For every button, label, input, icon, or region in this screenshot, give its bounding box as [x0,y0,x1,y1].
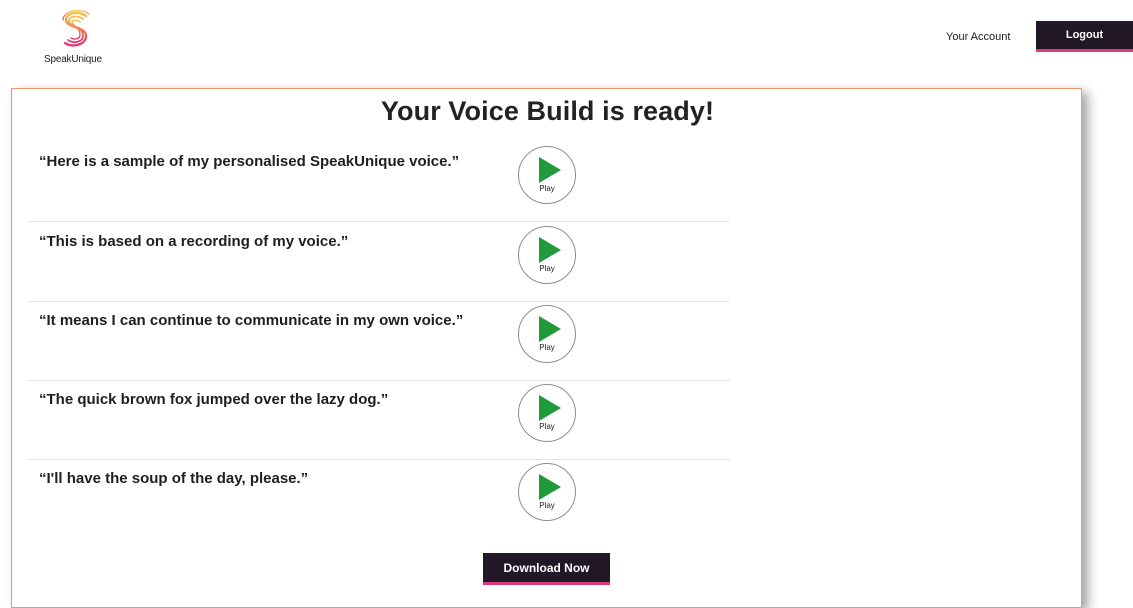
play-label: Play [539,422,555,431]
sample-phrase: “Here is a sample of my personalised Spe… [39,153,460,170]
play-icon [539,395,561,421]
play-label: Play [539,501,555,510]
sample-row: “The quick brown fox jumped over the laz… [29,381,730,460]
play-button[interactable]: Play [518,305,576,363]
speakunique-s-logo-icon [62,10,90,47]
play-icon [539,316,561,342]
play-button[interactable]: Play [518,384,576,442]
sample-row: “I'll have the soup of the day, please.”… [29,460,730,539]
sample-row: “Here is a sample of my personalised Spe… [29,143,730,222]
play-label: Play [539,343,555,352]
play-button[interactable]: Play [518,226,576,284]
logout-button-label: Logout [1065,29,1104,41]
download-button-label: Download Now [503,560,590,575]
logo-wordmark: SpeakUnique [44,54,102,65]
speakunique-logo[interactable]: SpeakUnique [41,10,111,68]
voice-build-panel: Your Voice Build is ready! “Here is a sa… [11,88,1082,608]
play-button[interactable]: Play [518,463,576,521]
play-button[interactable]: Play [518,146,576,204]
site-header: SpeakUnique Your Account Logout [0,0,1133,80]
sample-phrase: “I'll have the soup of the day, please.” [39,470,309,487]
play-icon [539,237,561,263]
play-icon [539,157,561,183]
download-now-button[interactable]: Download Now [483,553,610,585]
your-account-link[interactable]: Your Account [946,31,1010,43]
sample-row: “It means I can continue to communicate … [29,302,730,381]
sample-phrase: “This is based on a recording of my voic… [39,233,349,250]
play-icon [539,474,561,500]
sample-phrase: “It means I can continue to communicate … [39,312,464,329]
page-title: Your Voice Build is ready! [380,96,715,126]
sample-phrase: “The quick brown fox jumped over the laz… [39,391,389,408]
play-label: Play [539,264,555,273]
play-label: Play [539,184,555,193]
logout-button[interactable]: Logout [1036,21,1133,52]
sample-row: “This is based on a recording of my voic… [29,223,730,302]
